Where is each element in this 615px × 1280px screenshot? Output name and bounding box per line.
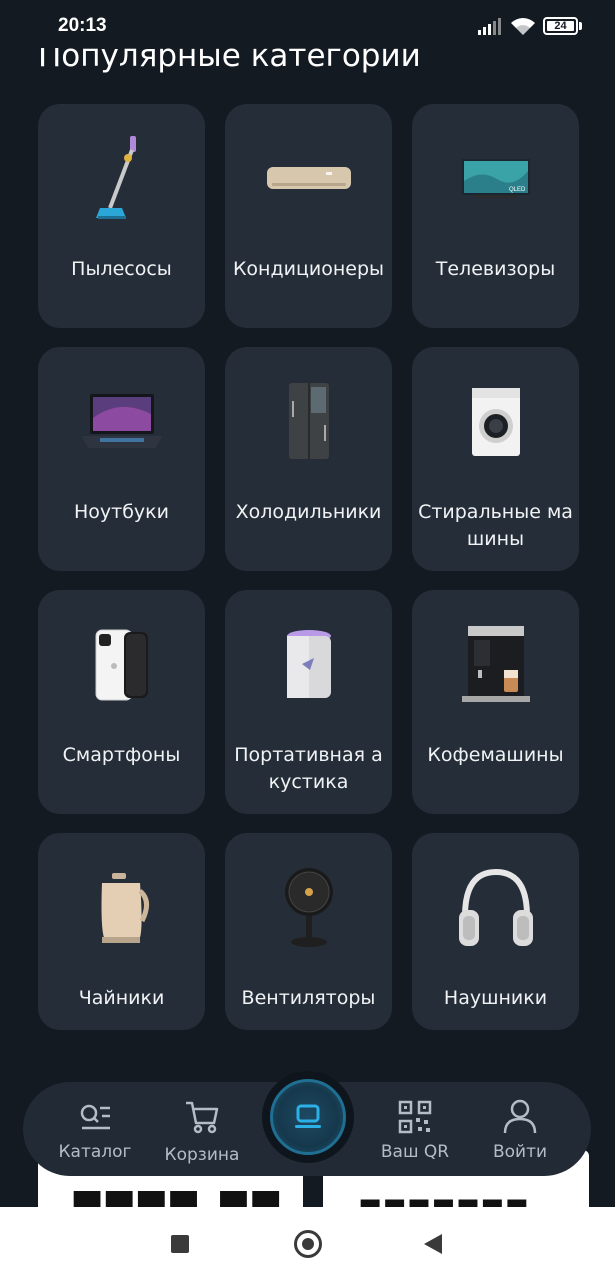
battery-icon: 24 <box>543 17 578 35</box>
svg-text:QLED: QLED <box>509 187 526 193</box>
nav-qr[interactable]: Ваш QR <box>375 1082 455 1176</box>
recents-icon[interactable] <box>171 1235 189 1253</box>
category-label: Кофемашины <box>427 744 564 766</box>
catalog-icon <box>80 1104 110 1130</box>
battery-level-text: 24 <box>554 20 567 32</box>
air-conditioner-icon <box>266 167 351 189</box>
category-label: Чайники <box>78 987 165 1009</box>
coffee-machine-icon <box>461 626 530 702</box>
category-card-headphones[interactable]: Наушники <box>412 833 579 1030</box>
nav-cart-label: Корзина <box>164 1145 240 1165</box>
home-icon[interactable] <box>294 1230 322 1258</box>
back-icon[interactable] <box>424 1234 442 1254</box>
fan-icon <box>284 868 333 947</box>
status-time: 20:13 <box>58 15 107 36</box>
category-label: Наушники <box>443 987 548 1009</box>
category-card-speakers[interactable]: Портативная акустика <box>225 590 392 814</box>
category-card-air-conditioners[interactable]: Кондиционеры <box>225 104 392 328</box>
nav-catalog[interactable]: Каталог <box>55 1082 135 1176</box>
category-label: Портативная акустика <box>234 744 383 793</box>
headphones-icon <box>458 868 533 946</box>
category-label: Стиральные машины <box>418 501 573 550</box>
tv-icon: QLED <box>461 159 530 198</box>
speaker-icon <box>286 630 331 698</box>
device-icon <box>295 1104 321 1128</box>
signal-icon <box>478 18 501 35</box>
user-icon <box>503 1099 537 1134</box>
nav-login-label: Войти <box>492 1142 548 1162</box>
category-card-fans[interactable]: Вентиляторы <box>225 833 392 1030</box>
category-label: Пылесосы <box>71 258 172 280</box>
category-card-tvs[interactable]: QLED Телевизоры <box>412 104 579 328</box>
wifi-icon <box>511 18 535 35</box>
category-label: Кондиционеры <box>232 258 385 280</box>
category-label: Смартфоны <box>62 744 181 766</box>
nav-qr-label: Ваш QR <box>380 1142 450 1162</box>
smartphone-icon <box>95 629 148 701</box>
nav-catalog-label: Каталог <box>58 1142 132 1162</box>
category-label: Телевизоры <box>435 258 556 280</box>
nav-home-button[interactable] <box>270 1079 346 1155</box>
qr-code-icon <box>398 1100 432 1134</box>
fridge-icon <box>288 383 329 459</box>
kettle-icon <box>101 873 149 943</box>
category-card-kettles[interactable]: Чайники <box>38 833 205 1030</box>
category-card-smartphones[interactable]: Смартфоны <box>38 590 205 814</box>
category-card-fridges[interactable]: Холодильники <box>225 347 392 571</box>
category-card-coffee-machines[interactable]: Кофемашины <box>412 590 579 814</box>
category-card-washing-machines[interactable]: Стиральные машины <box>412 347 579 571</box>
cart-icon <box>186 1101 219 1134</box>
category-label: Ноутбуки <box>73 501 169 523</box>
nav-cart[interactable]: Корзина <box>161 1082 243 1176</box>
status-bar: 20:13 24 <box>0 0 615 50</box>
vacuum-icon <box>95 136 136 219</box>
system-nav-bar <box>0 1207 615 1280</box>
category-label: Холодильники <box>235 501 382 523</box>
washing-machine-icon <box>471 388 520 456</box>
nav-login[interactable]: Войти <box>483 1082 557 1176</box>
category-card-vacuums[interactable]: Пылесосы <box>38 104 205 328</box>
laptop-icon <box>81 394 162 448</box>
category-card-laptops[interactable]: Ноутбуки <box>38 347 205 571</box>
category-label: Вентиляторы <box>241 987 376 1009</box>
